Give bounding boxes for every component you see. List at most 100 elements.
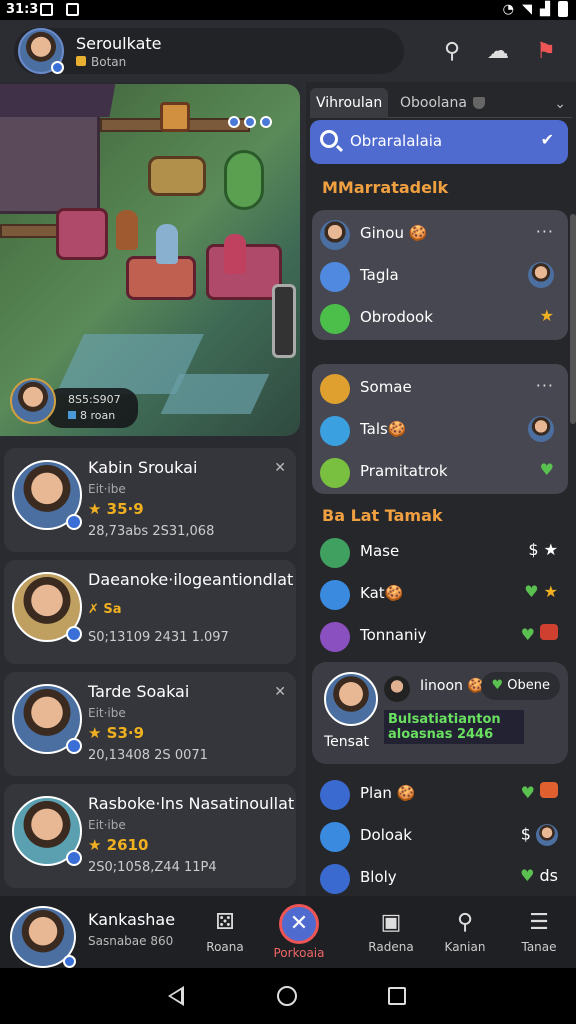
user-subtitle: Botan: [76, 55, 126, 69]
star-icon[interactable]: ★: [540, 306, 554, 325]
avatar: [320, 220, 350, 250]
mini-markers: [228, 116, 272, 128]
friend-card[interactable]: Daeanoke·ilogeantiondlat ✗ Sa S0;13109 2…: [4, 560, 296, 664]
list-item[interactable]: Pramitatrok ♥: [320, 454, 560, 490]
list-item[interactable]: Tonnaniy ♥: [320, 618, 564, 654]
section-heading: Ba Lat Tamak: [322, 506, 443, 525]
scrollbar[interactable]: [570, 214, 576, 424]
puzzle-icon: ⚄: [215, 910, 235, 935]
heart-badge-icons[interactable]: ♥: [521, 624, 558, 644]
group-card[interactable]: Somae ··· Tals🍪 Pramitatrok ♥: [312, 364, 568, 494]
heart-star-icons[interactable]: ♥ ★: [524, 582, 558, 601]
item-label: Plan 🍪: [360, 784, 416, 802]
nav-item-roana[interactable]: ⚄ Roana: [190, 904, 260, 954]
list-item[interactable]: Bloly ♥ ds: [320, 860, 564, 896]
menu-icon: ☰: [529, 910, 549, 935]
alert-icon[interactable]: ⚑: [532, 38, 560, 66]
more-options-icon[interactable]: ···: [536, 376, 554, 395]
chat-card[interactable]: Iinoon 🍪 ♥ Obene Bulsatiatianton aloasna…: [312, 662, 568, 764]
search-input[interactable]: Obraralalaia ✔: [310, 120, 568, 164]
check-icon[interactable]: ✔: [541, 130, 554, 149]
heart-text-icons[interactable]: ♥ ds: [520, 866, 558, 885]
list-item[interactable]: Tagla: [320, 258, 560, 294]
nav-item-porkoaia[interactable]: ✕ Porkoaia: [264, 904, 334, 960]
verified-badge-icon: [66, 850, 82, 866]
list-item[interactable]: Mase $ ★: [320, 534, 564, 570]
alarm-icon: ◔: [502, 1, 514, 17]
game-player-badge[interactable]: 8S5:S907 8 roan: [10, 378, 138, 432]
chat-icon[interactable]: ☁: [484, 38, 512, 66]
tab-secondary[interactable]: Oboolana: [394, 88, 491, 118]
bottom-user-sub: Sasnabae 860: [88, 934, 174, 948]
runner-icon: [320, 538, 350, 568]
list-item[interactable]: Doloak $: [320, 818, 564, 854]
friend-rating: ✗ Sa: [88, 602, 122, 617]
reaction-pill[interactable]: ♥ Obene: [481, 672, 560, 700]
list-item[interactable]: Kat🍪 ♥ ★: [320, 576, 564, 612]
item-label: Obrodook: [360, 308, 433, 326]
scroll-widget[interactable]: [272, 284, 296, 358]
verified-badge-icon: [63, 955, 76, 968]
friend-card[interactable]: Kabin Sroukai Eit·ibe ★ 35·9 28,73abs 2S…: [4, 448, 296, 552]
avatar[interactable]: [10, 906, 76, 968]
friend-name: Rasboke·lns Nasatinoullat: [88, 794, 295, 813]
chevron-down-icon[interactable]: ⌄: [554, 96, 566, 112]
list-item[interactable]: Ginou 🍪 ···: [320, 216, 560, 252]
barrel-illustration: [148, 156, 206, 196]
friend-score: 20,13408 2S 0071: [88, 748, 208, 763]
player-score: 8S5:S907: [68, 393, 121, 406]
currency-avatar[interactable]: $: [521, 824, 558, 846]
currency-star-icon[interactable]: $ ★: [528, 540, 558, 559]
cloud-icon: [320, 864, 350, 894]
close-icon[interactable]: ✕: [274, 460, 286, 476]
list-item[interactable]: Obrodook ★: [320, 300, 560, 336]
back-icon[interactable]: [168, 986, 184, 1006]
tab-primary[interactable]: Vihroulan: [310, 88, 389, 118]
avatar: [528, 416, 554, 448]
app-notification-icon: [66, 3, 79, 16]
avatar: [12, 684, 82, 754]
tab-bar: Vihroulan Oboolana ⌄: [310, 88, 572, 118]
verified-badge-icon: [66, 738, 82, 754]
list-item[interactable]: Plan 🍪 ♥: [320, 776, 564, 812]
list-item[interactable]: Tals🍪: [320, 412, 560, 448]
star-burst-icon: [320, 780, 350, 810]
search-icon[interactable]: ⚲: [438, 38, 466, 66]
avatar[interactable]: [18, 28, 64, 74]
nav-item-kanian[interactable]: ⚲ Kanian: [430, 904, 500, 954]
leaf-icon: [320, 458, 350, 488]
item-label: Kat🍪: [360, 584, 404, 602]
verified-badge-icon: [66, 626, 82, 642]
friend-card[interactable]: Tarde Soakai Eit·ibe ★ S3·9 20,13408 2S …: [4, 672, 296, 776]
user-profile-pill[interactable]: Seroulkate Botan: [14, 28, 404, 74]
item-label: Bloly: [360, 868, 397, 886]
heart-icon[interactable]: ♥: [540, 460, 554, 479]
more-options-icon[interactable]: ···: [536, 222, 554, 241]
avatar[interactable]: [10, 378, 56, 424]
home-icon[interactable]: [277, 986, 297, 1006]
recent-apps-icon[interactable]: [388, 987, 406, 1005]
item-label: Doloak: [360, 826, 412, 844]
chat-label: Tensat: [324, 734, 370, 750]
list-item[interactable]: Somae ···: [320, 370, 560, 406]
item-label: Somae: [360, 378, 412, 396]
globe-icon: [320, 822, 350, 852]
chat-message: Bulsatiatianton aloasnas 2446: [384, 710, 524, 744]
avatar: [12, 460, 82, 530]
heart-badge-icons[interactable]: ♥: [521, 782, 558, 802]
chip-icon: [68, 411, 76, 419]
avatar: [324, 672, 378, 726]
nav-item-radena[interactable]: ▣ Radena: [356, 904, 426, 954]
floor-tile: [160, 374, 270, 414]
sign-illustration: [160, 102, 190, 132]
friend-score: S0;13109 2431 1.097: [88, 630, 229, 645]
close-icon[interactable]: ✕: [274, 684, 286, 700]
friend-card[interactable]: Rasboke·lns Nasatinoullat Eit·ibe ★ 2610…: [4, 784, 296, 888]
game-scene[interactable]: 8S5:S907 8 roan: [0, 84, 300, 436]
friend-sub: Eit·ibe: [88, 818, 126, 832]
group-card[interactable]: Ginou 🍪 ··· Tagla Obrodook ★: [312, 210, 568, 340]
character-sprite: [116, 210, 138, 250]
item-label: Tonnaniy: [360, 626, 427, 644]
bottom-user-name: Kankashae: [88, 910, 176, 929]
nav-item-tanae[interactable]: ☰ Tanae: [504, 904, 574, 954]
